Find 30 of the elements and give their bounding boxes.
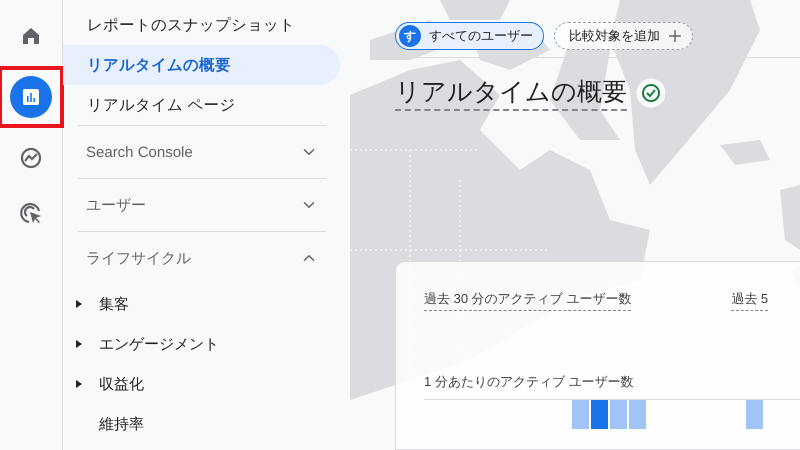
check-circle-icon (635, 77, 667, 109)
home-icon (21, 26, 41, 46)
nav-subitem[interactable]: 維持率 (99, 414, 144, 434)
chart-label: 1 分あたりのアクティブ ユーザー数 (424, 373, 634, 391)
page-title: リアルタイムの概要 (395, 75, 627, 111)
nav-item[interactable]: リアルタイムの概要 (63, 45, 340, 85)
expand-arrow-icon[interactable] (75, 299, 83, 309)
section-title: Search Console (86, 144, 193, 160)
section-header[interactable]: Search Console (78, 126, 326, 178)
expand-arrow-icon[interactable] (75, 339, 83, 349)
nav-subitem[interactable]: 集客 (99, 294, 129, 314)
section-title: ライフサイクル (86, 248, 191, 268)
expand-arrow-icon[interactable] (75, 379, 83, 389)
nav-subitem[interactable]: エンゲージメント (99, 334, 219, 354)
metric-label: 過去 30 分のアクティブ ユーザー数 (424, 290, 632, 311)
metric-label: 過去 5 (731, 290, 768, 311)
nav-item[interactable]: レポートのスナップショット (63, 5, 340, 45)
cursor-target-icon (19, 201, 43, 225)
plus-icon (666, 27, 684, 45)
segment-chip[interactable]: す すべてのユーザー (395, 22, 544, 50)
segment-avatar: す (399, 25, 421, 47)
bar-chart-icon (21, 87, 41, 107)
nav-rail-button[interactable] (10, 76, 52, 118)
section-header[interactable]: ライフサイクル (78, 232, 326, 284)
section-title: ユーザー (86, 196, 146, 214)
section-header[interactable]: ユーザー (78, 179, 326, 231)
trend-circle-icon (19, 146, 43, 170)
nav-subitem[interactable]: 収益化 (99, 374, 144, 394)
nav-item[interactable]: リアルタイム ページ (63, 85, 340, 125)
add-comparison-button[interactable]: 比較対象を追加 (554, 22, 693, 50)
